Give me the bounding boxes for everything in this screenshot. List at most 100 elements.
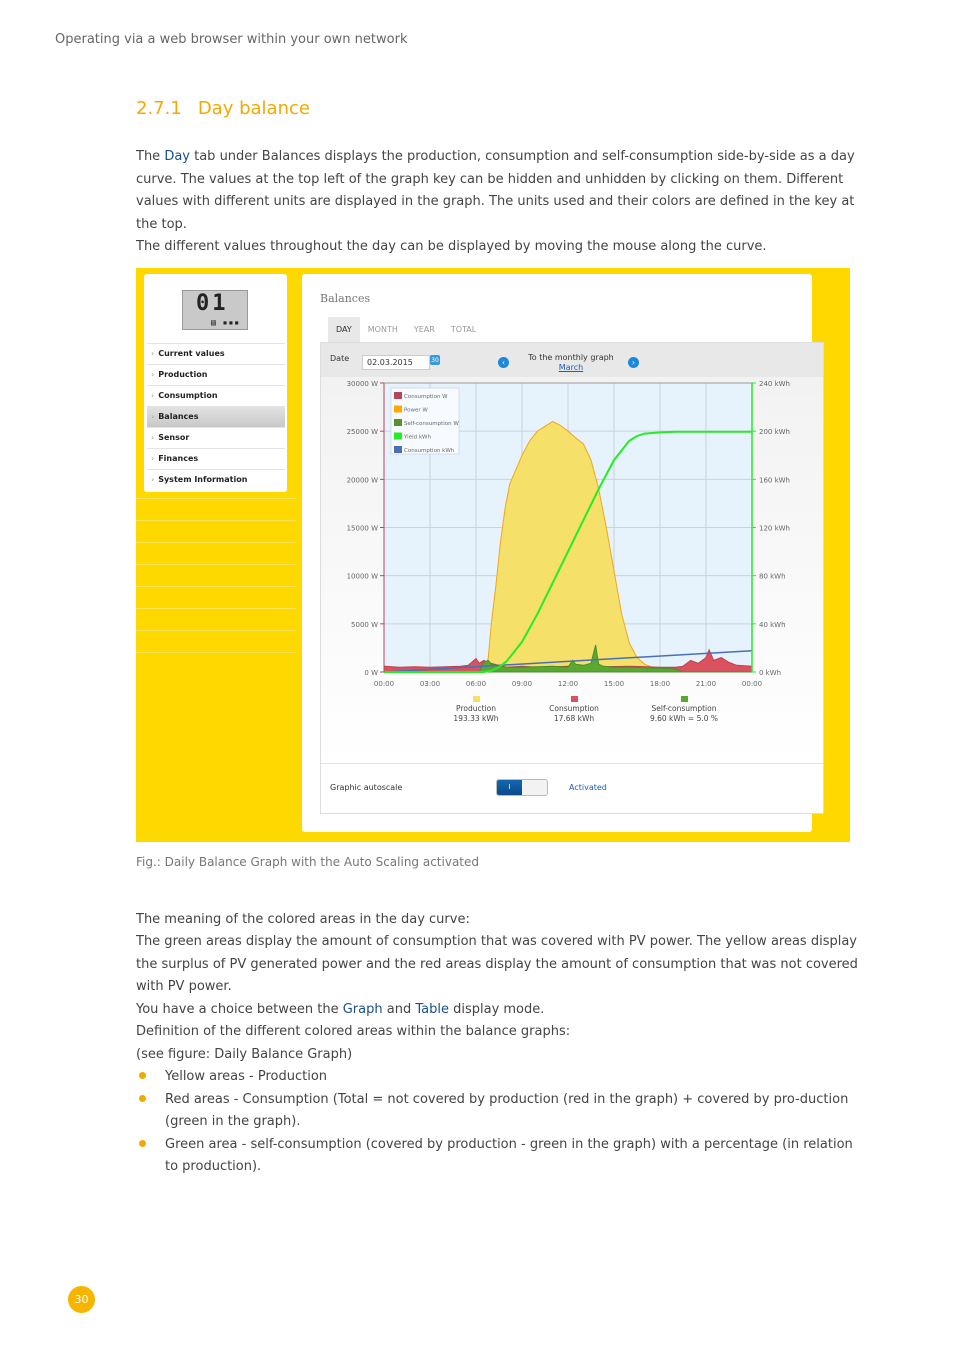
- y-left-tick-label: 20000 W: [347, 476, 378, 484]
- y-right-tick-label: 80 kWh: [759, 573, 786, 581]
- sidebar-item-production[interactable]: › Production: [147, 364, 285, 385]
- y-right-tick-label: 240 kWh: [759, 380, 790, 388]
- sidebar: 01 ▤ ▪▪▪ › Current values › Production › Con…: [144, 274, 287, 492]
- section-number: 2.7.1: [136, 98, 182, 119]
- chevron-right-icon: ›: [631, 358, 636, 367]
- figure-screenshot: 01 ▤ ▪▪▪ › Current values › Production › Con…: [136, 268, 850, 842]
- sidebar-nav: › Current values › Production › Consumption…: [147, 343, 285, 490]
- summary-value: 17.68 kWh: [554, 714, 595, 723]
- autoscale-toggle[interactable]: I: [496, 779, 548, 796]
- list-item: Green area - self-consumption (covered b…: [136, 1134, 866, 1179]
- summary-swatch: [571, 696, 578, 702]
- graph-link[interactable]: Graph: [343, 1002, 383, 1017]
- date-label: Date: [330, 354, 350, 363]
- day-link[interactable]: Day: [164, 149, 190, 164]
- text: You have a choice between the: [136, 1002, 343, 1017]
- autoscale-state: Activated: [569, 783, 607, 792]
- x-tick-label: 03:00: [420, 680, 440, 688]
- chevron-right-icon: ›: [151, 412, 155, 421]
- page-number: 30: [68, 1286, 95, 1313]
- legend-swatch: [394, 405, 402, 413]
- sidebar-item-label: Production: [158, 370, 208, 379]
- body-line-1: The meaning of the colored areas in the …: [136, 912, 470, 927]
- text: tab under Balances displays the producti…: [136, 149, 855, 232]
- y-right-tick-label: 40 kWh: [759, 621, 786, 629]
- day-balance-chart[interactable]: 00:00 03:00 06:00 09:00 12:00 15:00 18:00 21:00…: [321, 377, 823, 767]
- running-head: Operating via a web browser within your …: [55, 32, 408, 47]
- chevron-right-icon: ›: [151, 349, 155, 358]
- legend-swatch: [394, 419, 402, 426]
- sidebar-item-label: Finances: [158, 454, 199, 463]
- legend-label: Consumption W: [404, 394, 448, 400]
- sidebar-item-consumption[interactable]: › Consumption: [147, 385, 285, 406]
- legend-label: Self-consumption W: [404, 421, 459, 427]
- sidebar-item-system-information[interactable]: › System Information: [147, 469, 285, 490]
- panel-title: Balances: [320, 292, 371, 305]
- section-title: Day balance: [197, 98, 310, 119]
- y-right-tick-label: 0 kWh: [759, 669, 781, 677]
- sidebar-item-current-values[interactable]: › Current values: [147, 343, 285, 364]
- color-definition-list: Yellow areas - Production Red areas - Co…: [136, 1066, 866, 1179]
- figure-caption: Fig.: Daily Balance Graph with the Auto …: [136, 855, 480, 869]
- section-heading: 2.7.1 Day balance: [136, 98, 310, 119]
- chevron-right-icon: ›: [151, 454, 155, 463]
- y-left-tick-label: 25000 W: [347, 428, 378, 436]
- tab-total[interactable]: TOTAL: [443, 317, 484, 342]
- graph-box: Date 02.03.2015 30 ‹ To the monthly grap…: [320, 342, 824, 814]
- legend-label: Power W: [404, 408, 428, 414]
- legend-swatch: [394, 392, 402, 399]
- x-tick-label: 21:00: [696, 680, 716, 688]
- text: display mode.: [448, 1002, 545, 1017]
- y-right-tick-label: 120 kWh: [759, 525, 790, 533]
- prev-day-button[interactable]: ‹: [498, 357, 509, 368]
- sidebar-item-sensor[interactable]: › Sensor: [147, 427, 285, 448]
- y-right-tick-label: 160 kWh: [759, 476, 790, 484]
- summary-swatch: [473, 696, 480, 702]
- list-item-text: Green area - self-consumption (covered b…: [165, 1136, 853, 1175]
- x-tick-label: 09:00: [512, 680, 532, 688]
- bullet-icon: [139, 1072, 146, 1079]
- y-left-tick-label: 0 W: [364, 669, 378, 677]
- text: and: [382, 1002, 416, 1017]
- legend-label: Consumption kWh: [404, 448, 455, 454]
- legend-swatch: [394, 446, 402, 453]
- y-left-tick-label: 10000 W: [347, 573, 378, 581]
- toggle-on-indicator: I: [497, 780, 522, 795]
- chevron-right-icon: ›: [151, 391, 155, 400]
- autoscale-label: Graphic autoscale: [330, 783, 403, 792]
- x-tick-label: 06:00: [466, 680, 486, 688]
- summary-label: Self-consumption: [652, 704, 717, 713]
- x-tick-label: 00:00: [742, 680, 762, 688]
- y-right-tick-label: 200 kWh: [759, 428, 790, 436]
- y-left-tick-label: 30000 W: [347, 380, 378, 388]
- chevron-right-icon: ›: [151, 370, 155, 379]
- body-line-5: (see figure: Daily Balance Graph): [136, 1047, 353, 1062]
- calendar-icon[interactable]: 30: [430, 355, 440, 365]
- list-item-text: Yellow areas - Production: [165, 1069, 328, 1084]
- divider: [321, 763, 823, 764]
- body-paragraph: The green areas display the amount of co…: [136, 934, 858, 994]
- text: The: [136, 149, 165, 164]
- tab-day[interactable]: DAY: [328, 317, 360, 342]
- period-tabs: DAY MONTH YEAR TOTAL: [328, 317, 484, 342]
- tab-year[interactable]: YEAR: [406, 317, 443, 342]
- lcd-digits: 01: [196, 291, 229, 316]
- tab-month[interactable]: MONTH: [360, 317, 406, 342]
- intro-paragraph-2: The different values throughout the day …: [136, 239, 767, 254]
- intro-paragraph: The Day tab under Balances displays the …: [136, 146, 866, 236]
- sidebar-item-finances[interactable]: › Finances: [147, 448, 285, 469]
- table-link[interactable]: Table: [415, 1002, 449, 1017]
- date-input[interactable]: 02.03.2015: [362, 355, 430, 370]
- y-left-tick-label: 15000 W: [347, 525, 378, 533]
- list-item-text: Red areas - Consumption (Total = not cov…: [165, 1091, 849, 1130]
- next-day-button[interactable]: ›: [628, 357, 639, 368]
- x-tick-label: 18:00: [650, 680, 670, 688]
- x-tick-label: 15:00: [604, 680, 624, 688]
- sidebar-item-label: Consumption: [158, 391, 218, 400]
- x-tick-label: 12:00: [558, 680, 578, 688]
- summary-value: 193.33 kWh: [453, 714, 498, 723]
- bullet-icon: [139, 1139, 146, 1147]
- month-link[interactable]: March: [521, 363, 621, 373]
- sidebar-item-label: System Information: [158, 475, 248, 484]
- sidebar-item-balances[interactable]: › Balances: [147, 406, 285, 427]
